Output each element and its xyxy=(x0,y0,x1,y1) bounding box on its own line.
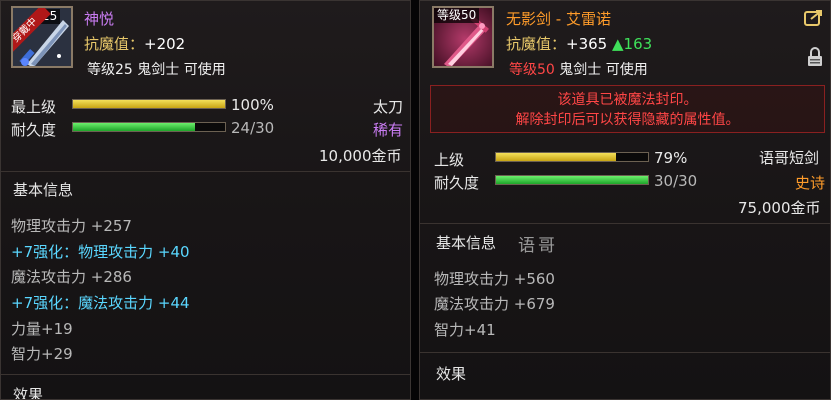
durability-label: 耐久度 xyxy=(434,174,480,192)
magic-resist-value: +365 xyxy=(566,35,608,53)
grade-bar xyxy=(495,152,649,162)
item-tooltip-left: 25 穿戴中 神悦 抗魔值：+202 等级25 鬼剑士 可使用 最上级 100%… xyxy=(0,0,411,400)
stat-line: 物理攻击力 +257 xyxy=(11,217,132,235)
weapon-type: 语哥短剑 xyxy=(759,149,820,167)
stat-line: +7强化：魔法攻击力 +44 xyxy=(11,294,190,312)
item-tooltip-right: 等级50 无影剑 - 艾雷诺 抗魔值：+365 ▲163 等级50 鬼剑士 可使… xyxy=(419,0,831,400)
grade-percent: 100% xyxy=(231,96,274,114)
durability-label: 耐久度 xyxy=(11,121,57,139)
magic-resist-bonus: ▲163 xyxy=(612,35,653,53)
panel-gap xyxy=(411,0,419,400)
section-effect: 效果 xyxy=(436,365,467,383)
divider xyxy=(1,171,410,172)
seal-line: 解除封印后可以获得隐藏的属性值。 xyxy=(515,112,740,128)
seal-notice: 该道具已被魔法封印。 解除封印后可以获得隐藏的属性值。 xyxy=(430,85,825,133)
share-icon[interactable] xyxy=(804,9,824,27)
stat-line: 智力+41 xyxy=(434,321,496,339)
magic-resist-label: 抗魔值： xyxy=(84,35,145,53)
item-grade: 史诗 xyxy=(795,174,826,192)
stat-line: 物理攻击力 +560 xyxy=(434,270,555,288)
durability-bar xyxy=(72,122,226,132)
section-basic-info: 基本信息 xyxy=(436,234,497,252)
stat-line: +7强化：物理攻击力 +40 xyxy=(11,243,190,261)
level-row-label: 上级 xyxy=(434,151,465,169)
magic-resist-label: 抗魔值： xyxy=(506,35,567,53)
watermark: 语哥 xyxy=(518,236,558,256)
stat-line: 智力+29 xyxy=(11,345,73,363)
weapon-type: 太刀 xyxy=(373,98,404,116)
item-icon-frame: 等级50 xyxy=(432,6,494,68)
item-level-tag: 等级50 xyxy=(434,8,480,23)
item-name: 无影剑 - 艾雷诺 xyxy=(506,10,611,28)
item-requirement: 等级25 鬼剑士 可使用 xyxy=(87,62,226,78)
item-requirement: 等级50 鬼剑士 可使用 xyxy=(509,59,648,79)
divider xyxy=(420,352,830,353)
stat-line: 力量+19 xyxy=(11,320,73,338)
magic-resist: 抗魔值：+365 ▲163 xyxy=(506,33,652,54)
divider xyxy=(420,223,830,224)
seal-line: 该道具已被魔法封印。 xyxy=(557,92,698,108)
magic-resist-value: +202 xyxy=(144,35,186,53)
grade-bar xyxy=(72,99,226,109)
section-effect: 效果 xyxy=(13,386,44,400)
level-row-label: 最上级 xyxy=(11,98,57,116)
requirement-level: 等级50 xyxy=(509,62,555,78)
section-basic-info: 基本信息 xyxy=(13,181,74,199)
grade-percent: 79% xyxy=(654,149,688,167)
durability-value: 30/30 xyxy=(654,172,698,190)
stat-line: 魔法攻击力 +679 xyxy=(434,295,555,313)
requirement-rest: 鬼剑士 可使用 xyxy=(554,62,648,78)
item-icon-frame: 25 穿戴中 xyxy=(11,6,73,68)
magic-resist: 抗魔值：+202 xyxy=(84,33,185,54)
divider xyxy=(1,374,410,375)
item-name: 神悦 xyxy=(84,10,115,28)
item-grade: 稀有 xyxy=(373,121,404,139)
durability-value: 24/30 xyxy=(231,119,275,137)
item-price: 75,000金币 xyxy=(738,199,821,217)
item-price: 10,000金币 xyxy=(319,147,402,165)
lock-icon[interactable] xyxy=(807,47,823,67)
grade-bar-fill xyxy=(73,100,225,108)
grade-bar-fill xyxy=(496,153,617,161)
durability-bar-fill xyxy=(73,123,195,131)
durability-bar-fill xyxy=(496,176,648,184)
durability-bar xyxy=(495,175,649,185)
stat-line: 魔法攻击力 +286 xyxy=(11,268,132,286)
